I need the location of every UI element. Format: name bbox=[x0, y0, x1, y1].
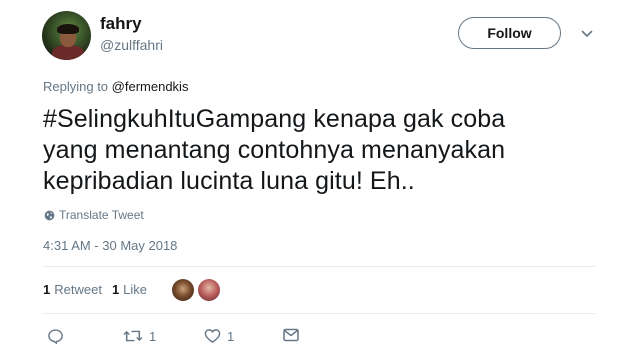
globe-icon bbox=[44, 210, 55, 220]
reply-button[interactable] bbox=[47, 328, 64, 345]
follow-button[interactable]: Follow bbox=[458, 17, 561, 49]
likers-avatars bbox=[172, 279, 220, 301]
user-handle[interactable]: @zulffahri bbox=[100, 37, 163, 53]
tweet-text: #SelingkuhItuGampang kenapa gak coba yan… bbox=[43, 105, 506, 195]
like-button[interactable]: 1 bbox=[204, 328, 234, 344]
tweet-card: fahry @zulffahri Follow Replying to @fer… bbox=[0, 0, 640, 360]
direct-message-button[interactable] bbox=[283, 328, 299, 342]
divider bbox=[43, 266, 596, 267]
retweet-label: Retweet bbox=[54, 282, 102, 297]
like-count: 1 bbox=[111, 282, 120, 297]
replying-to: Replying to @fermendkis bbox=[43, 79, 188, 94]
retweet-icon bbox=[123, 330, 143, 342]
liker-avatar[interactable] bbox=[198, 279, 220, 301]
translate-tweet-link[interactable]: Translate Tweet bbox=[44, 208, 144, 222]
like-stat[interactable]: 1 Like bbox=[112, 282, 147, 297]
display-name[interactable]: fahry bbox=[100, 14, 142, 34]
avatar[interactable] bbox=[42, 11, 91, 60]
heart-icon bbox=[204, 329, 221, 343]
retweet-action-count: 1 bbox=[149, 328, 157, 344]
avatar-shirt bbox=[52, 45, 84, 60]
like-label: Like bbox=[123, 282, 148, 297]
retweet-button[interactable]: 1 bbox=[123, 328, 156, 344]
translate-label: Translate Tweet bbox=[59, 208, 144, 222]
divider bbox=[43, 313, 596, 314]
retweet-count: 1 bbox=[43, 282, 51, 297]
tweet-timestamp[interactable]: 4:31 AM - 30 May 2018 bbox=[43, 238, 177, 253]
chevron-down-icon[interactable] bbox=[581, 28, 593, 40]
reply-icon bbox=[48, 329, 63, 345]
avatar-hair bbox=[57, 24, 79, 34]
tweet-stats: 1 Retweet 1 Like bbox=[43, 282, 157, 297]
liker-avatar[interactable] bbox=[172, 279, 194, 301]
envelope-icon bbox=[283, 328, 299, 342]
reply-mention-link[interactable]: @fermendkis bbox=[112, 79, 189, 94]
like-action-count: 1 bbox=[227, 328, 235, 344]
replying-prefix: Replying to bbox=[43, 79, 109, 94]
retweet-stat[interactable]: 1 Retweet bbox=[43, 282, 102, 297]
